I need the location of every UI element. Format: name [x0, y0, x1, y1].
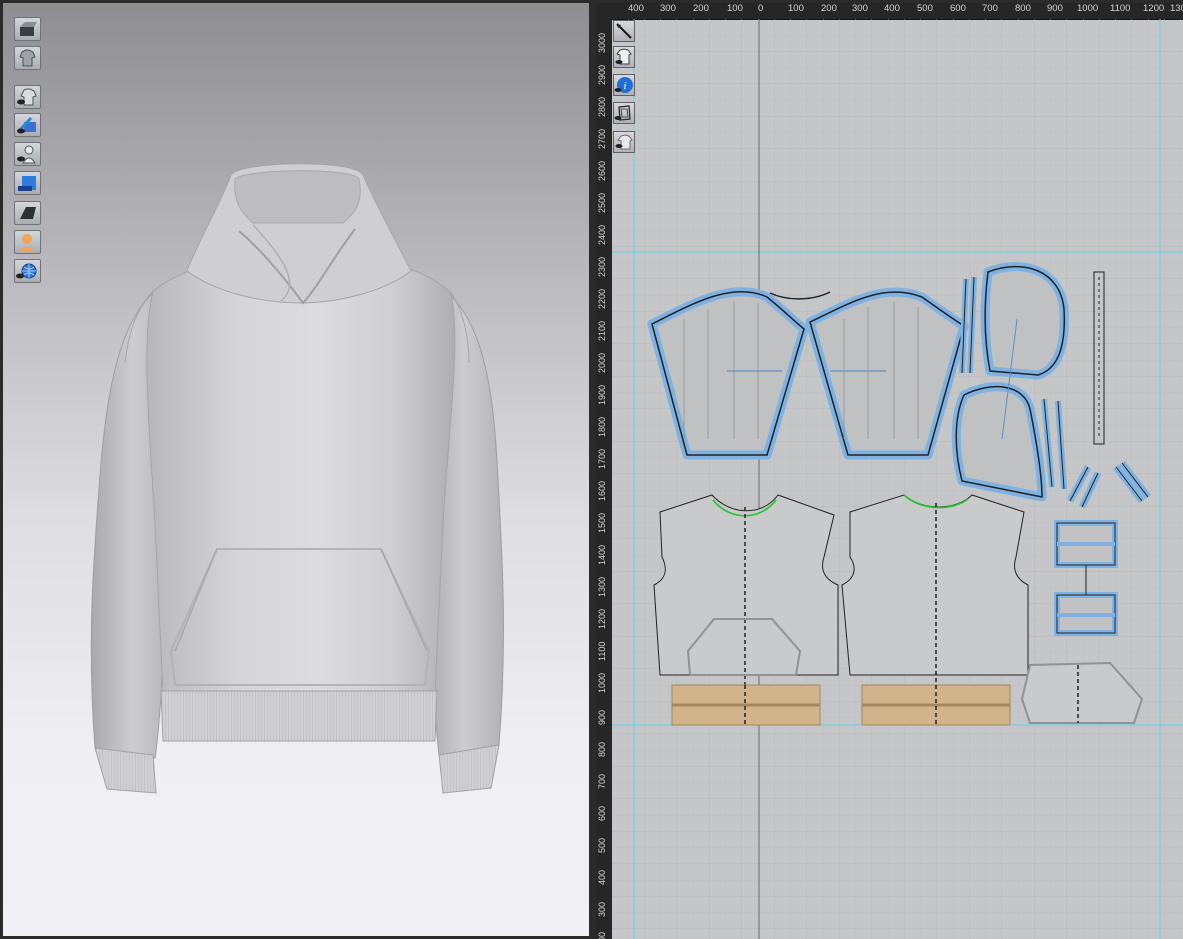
ruler-top-label: 300	[660, 3, 676, 14]
hoodie-3d-model[interactable]	[3, 3, 589, 936]
show-pattern-icon[interactable]	[613, 46, 635, 68]
ruler-top-label: 400	[628, 3, 644, 14]
ruler-left-label: 600	[597, 805, 607, 821]
3d-viewport[interactable]	[3, 3, 589, 936]
ruler-left-label: 2600	[597, 160, 607, 181]
ruler-top-label: 1200	[1143, 3, 1165, 14]
ruler-top-label: 100	[727, 3, 743, 14]
pattern-outline-icon[interactable]	[613, 102, 635, 124]
ruler-left-label: 1700	[597, 448, 607, 469]
ruler-top-label: 600	[950, 3, 966, 14]
ruler-top-label: 200	[821, 3, 837, 14]
show-avatar-icon[interactable]	[14, 142, 41, 166]
ruler-left-label: 3000	[597, 32, 607, 53]
environment-icon[interactable]	[14, 259, 41, 283]
show-texture-icon[interactable]	[14, 113, 41, 137]
ruler-left-label: 2200	[597, 288, 607, 309]
horizontal-ruler: 400 300 200 100 0 100 200 300 400 500 60…	[596, 3, 1183, 20]
pattern-canvas[interactable]	[612, 19, 1183, 939]
ruler-left-label: 300	[597, 901, 607, 917]
ruler-left-label: 1400	[597, 544, 607, 565]
ruler-left-label: 2100	[597, 320, 607, 341]
ruler-left-label: 900	[597, 709, 607, 725]
ruler-left-label: 2500	[597, 192, 607, 213]
info-icon[interactable]: i	[613, 74, 635, 96]
show-lines-icon[interactable]	[14, 201, 41, 225]
ruler-left-label: 1000	[597, 672, 607, 693]
ruler-left-label: 2400	[597, 224, 607, 245]
show-garment-icon[interactable]	[14, 85, 41, 109]
ruler-left-label: 1100	[597, 641, 607, 661]
ruler-left-label: 1600	[597, 480, 607, 501]
ruler-top-label: 400	[884, 3, 900, 14]
2d-pattern-window[interactable]: 400 300 200 100 0 100 200 300 400 500 60…	[596, 3, 1183, 939]
ruler-top-label: 1100	[1110, 3, 1131, 14]
ruler-left-label: 500	[597, 837, 607, 853]
ruler-left-label: 2700	[597, 128, 607, 149]
hem-rib-right-pattern[interactable]	[861, 684, 1011, 726]
ruler-left-label: 2900	[597, 64, 607, 85]
ruler-top-label: 800	[1015, 3, 1031, 14]
ruler-top-label: 500	[917, 3, 933, 14]
ruler-top-label: 700	[982, 3, 998, 14]
ruler-top-label: 1000	[1077, 3, 1099, 14]
ruler-left-label: 1500	[597, 512, 607, 533]
simulation-icon[interactable]	[14, 17, 41, 41]
show-arrangement-icon[interactable]	[613, 131, 635, 153]
ruler-left-label: 200	[597, 932, 607, 939]
ruler-top-label: 0	[758, 3, 764, 14]
ruler-top-label: 900	[1047, 3, 1063, 14]
ruler-left-label: 1900	[597, 384, 607, 405]
avatar-icon[interactable]	[14, 230, 41, 254]
ruler-left-label: 1300	[597, 576, 607, 597]
ruler-left-label: 2800	[597, 96, 607, 117]
show-3d-pen-icon[interactable]	[14, 171, 41, 195]
garment-display-icon[interactable]	[14, 46, 41, 70]
ruler-left-label: 2300	[597, 256, 607, 277]
ruler-top-label: 200	[693, 3, 709, 14]
ruler-left-label: 1800	[597, 416, 607, 437]
ruler-left-label: 400	[597, 869, 607, 885]
vertical-ruler: 3000 2900 2800 2700 2600 2500 2400 2300 …	[596, 19, 612, 939]
hem-rib-left-pattern[interactable]	[671, 684, 821, 726]
svg-text:i: i	[623, 80, 626, 92]
ruler-top-label: 300	[852, 3, 868, 14]
ruler-top-label: 130	[1170, 3, 1183, 14]
ruler-left-label: 800	[597, 741, 607, 757]
ruler-left-label: 700	[597, 773, 607, 789]
ruler-left-label: 2000	[597, 352, 607, 373]
ruler-top-label: 100	[788, 3, 804, 14]
ruler-left-label: 1200	[597, 608, 607, 629]
edit-pattern-icon[interactable]	[613, 20, 635, 42]
